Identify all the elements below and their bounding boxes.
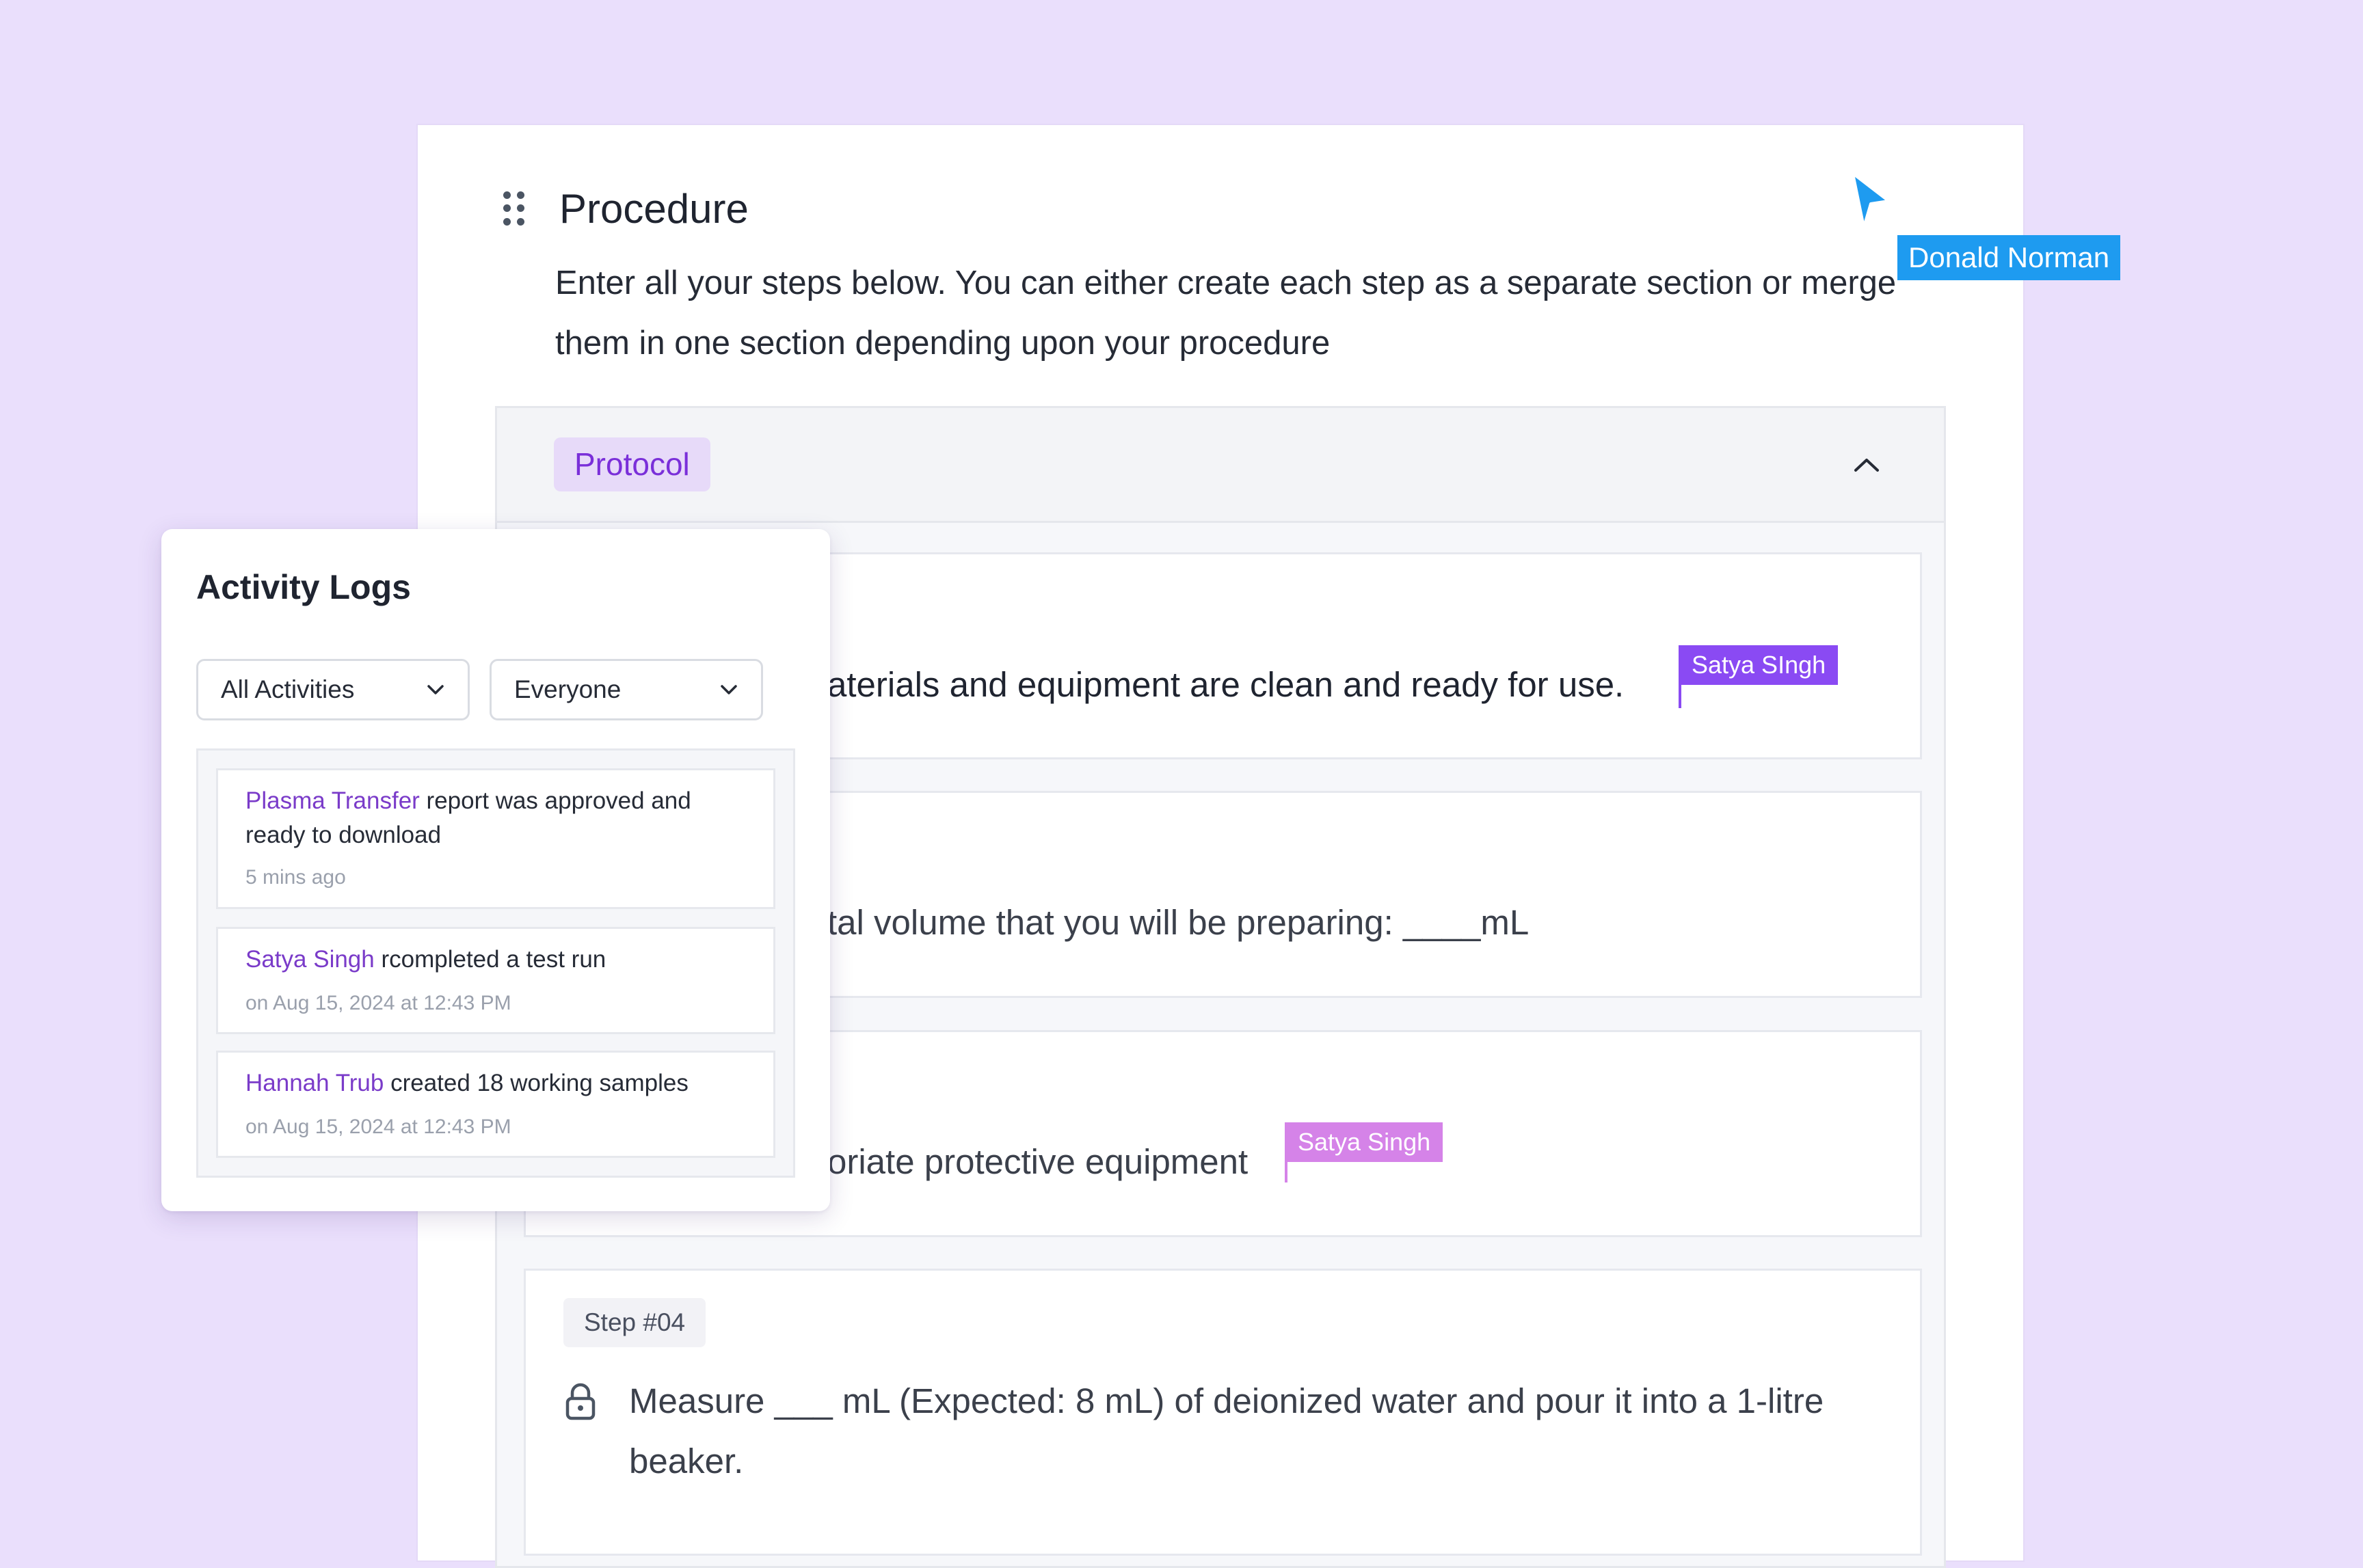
activity-log-item[interactable]: Plasma Transfer report was approved and … xyxy=(216,768,775,909)
step-2-text[interactable]: tal volume that you will be preparing: _… xyxy=(827,893,1529,953)
activity-type-dropdown[interactable]: All Activities xyxy=(196,659,470,720)
protocol-section-header[interactable] xyxy=(497,408,1944,523)
log-actor-link[interactable]: Plasma Transfer xyxy=(245,787,420,814)
chevron-down-icon xyxy=(427,685,444,694)
drag-handle-icon[interactable] xyxy=(503,191,525,226)
step-1-text[interactable]: aterials and equipment are clean and rea… xyxy=(827,655,1624,715)
people-filter-dropdown[interactable]: Everyone xyxy=(490,659,763,720)
protocol-tag: Protocol xyxy=(554,437,710,491)
log-actor-link[interactable]: Hannah Trub xyxy=(245,1070,384,1096)
activity-logs-title: Activity Logs xyxy=(196,568,411,606)
procedure-title: Procedure xyxy=(559,186,749,232)
log-message: Hannah Trub created 18 working samples xyxy=(245,1066,751,1100)
log-message-text: created 18 working samples xyxy=(384,1070,689,1096)
log-timestamp: on Aug 15, 2024 at 12:43 PM xyxy=(245,1116,511,1138)
activity-log-item[interactable]: Satya Singh rcompleted a test run on Aug… xyxy=(216,927,775,1034)
log-message: Satya Singh rcompleted a test run xyxy=(245,943,751,977)
activity-type-value: All Activities xyxy=(221,675,355,703)
activity-log-item[interactable]: Hannah Trub created 18 working samples o… xyxy=(216,1051,775,1158)
collaborator-caret xyxy=(1679,645,1681,708)
people-filter-value: Everyone xyxy=(514,675,622,703)
lock-icon xyxy=(565,1382,596,1420)
collaborator-cursor-label: Satya SIngh xyxy=(1679,645,1839,685)
step-number-tag: Step #04 xyxy=(563,1298,706,1347)
procedure-description: Enter all your steps below. You can eith… xyxy=(555,265,1897,362)
collaborator-cursor-label: Satya Singh xyxy=(1285,1122,1443,1162)
collaborator-name-badge: Donald Norman xyxy=(1897,235,2121,280)
cursor-pointer-icon xyxy=(1846,170,1894,231)
log-message: Plasma Transfer report was approved and … xyxy=(245,784,751,852)
collaborator-caret xyxy=(1285,1122,1287,1182)
step-3-text[interactable]: oriate protective equipment xyxy=(827,1132,1248,1192)
log-actor-link[interactable]: Satya Singh xyxy=(245,946,375,973)
log-timestamp: on Aug 15, 2024 at 12:43 PM xyxy=(245,992,511,1014)
log-message-text: rcompleted a test run xyxy=(374,946,606,973)
chevron-down-icon xyxy=(721,685,737,694)
log-timestamp: 5 mins ago xyxy=(245,866,346,889)
chevron-up-icon[interactable] xyxy=(1846,444,1887,485)
step-4-text[interactable]: Measure ___ mL (Expected: 8 mL) of deion… xyxy=(629,1371,1901,1491)
